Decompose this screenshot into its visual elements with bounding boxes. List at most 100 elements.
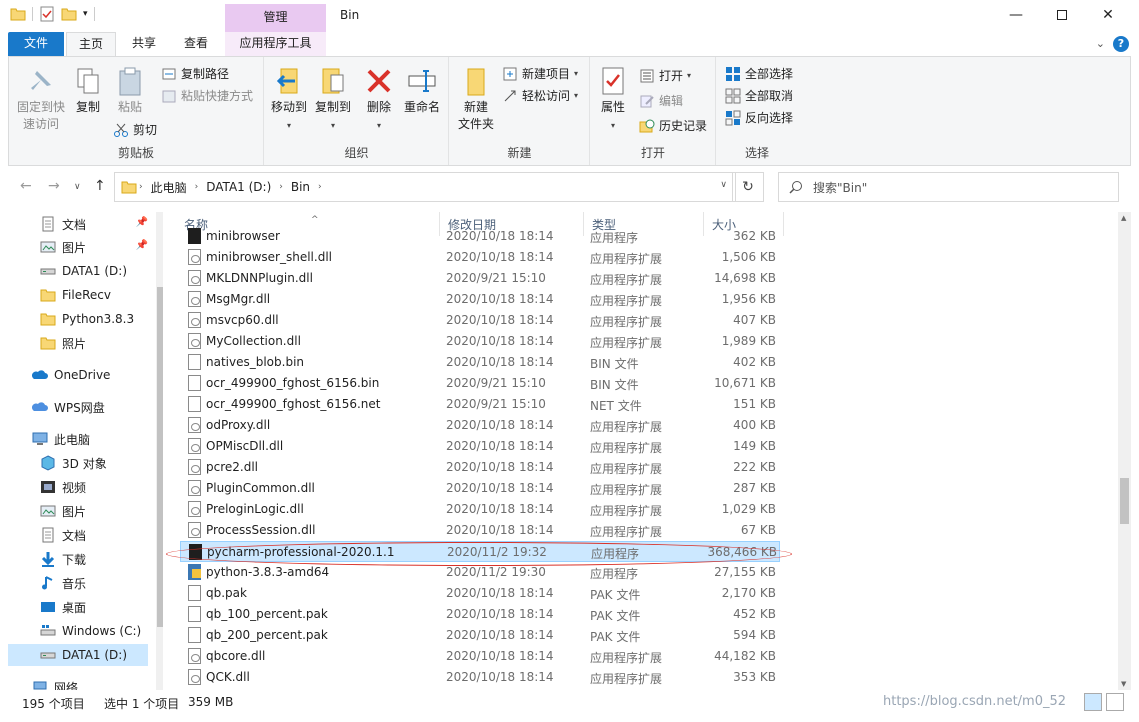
select-all-icon	[726, 66, 740, 81]
tab-share[interactable]: 共享	[122, 32, 166, 56]
cut-button[interactable]: 剪切	[113, 121, 157, 138]
nav-item-wps[interactable]: WPS网盘	[8, 396, 148, 418]
table-row[interactable]: odProxy.dll 2020/10/18 18:14 应用程序扩展 400 KB	[180, 415, 780, 436]
table-row-selected[interactable]: pycharm-professional-2020.1.1 2020/11/2 1…	[180, 541, 780, 562]
help-icon[interactable]: ?	[1113, 36, 1129, 52]
new-folder-button[interactable]: 新建 文件夹	[456, 65, 496, 133]
nav-item-documents[interactable]: 文档	[8, 524, 148, 546]
nav-item-network[interactable]: 网络	[8, 676, 148, 690]
breadcrumb-separator[interactable]: ›	[277, 182, 285, 192]
table-row[interactable]: ProcessSession.dll 2020/10/18 18:14 应用程序扩展…	[180, 520, 780, 541]
table-row[interactable]: minibrowser 2020/10/18 18:14 应用程序 362 KB	[180, 226, 780, 247]
breadcrumb-separator[interactable]: ›	[137, 182, 145, 192]
nav-item-pictures-pinned[interactable]: 图片 📌	[8, 236, 148, 258]
invert-selection-button[interactable]: 反向选择	[725, 109, 793, 126]
file-date: 2020/10/18 18:14	[446, 607, 554, 621]
tab-file[interactable]: 文件	[8, 32, 64, 56]
nav-item-3d-objects[interactable]: 3D 对象	[8, 452, 148, 474]
nav-item-onedrive[interactable]: OneDrive	[8, 364, 148, 386]
address-bar[interactable]: › 此电脑 › DATA1 (D:) › Bin › ∨	[114, 172, 736, 202]
breadcrumb-data1[interactable]: DATA1 (D:)	[200, 180, 277, 194]
move-to-button[interactable]: 移动到 ▾	[269, 65, 309, 134]
nav-item-photos[interactable]: 照片	[8, 332, 148, 354]
nav-item-downloads[interactable]: 下载	[8, 548, 148, 570]
table-row[interactable]: MKLDNNPlugin.dll 2020/9/21 15:10 应用程序扩展 14,…	[180, 268, 780, 289]
forward-button[interactable]: →	[48, 178, 60, 194]
open-button[interactable]: 打开 ▾	[639, 67, 691, 84]
nav-item-desktop[interactable]: 桌面	[8, 596, 148, 618]
nav-item-windows-c[interactable]: Windows (C:)	[8, 620, 148, 642]
chevron-down-icon[interactable]: ⌄	[1096, 37, 1105, 50]
nav-item-pictures[interactable]: 图片	[8, 500, 148, 522]
scroll-up-icon[interactable]: ▲	[1121, 214, 1126, 222]
new-folder-icon[interactable]	[61, 6, 77, 22]
rename-button[interactable]: 重命名	[401, 65, 443, 116]
pin-quick-access-button[interactable]: 固定到快 速访问	[15, 65, 67, 133]
table-row[interactable]: PluginCommon.dll 2020/10/18 18:14 应用程序扩展 28…	[180, 478, 780, 499]
copy-button[interactable]: 复制	[69, 65, 107, 116]
paste-shortcut-button[interactable]: 粘贴快捷方式	[161, 87, 253, 104]
table-row[interactable]: qbcore.dll 2020/10/18 18:14 应用程序扩展 44,182 K…	[180, 646, 780, 667]
nav-item-data1-selected[interactable]: DATA1 (D:)	[8, 644, 148, 666]
table-row[interactable]: OPMiscDll.dll 2020/10/18 18:14 应用程序扩展 149 K…	[180, 436, 780, 457]
breadcrumb-this-pc[interactable]: 此电脑	[145, 179, 193, 196]
table-row[interactable]: MyCollection.dll 2020/10/18 18:14 应用程序扩展 1,…	[180, 331, 780, 352]
recent-locations-button[interactable]: ∨	[74, 182, 81, 192]
refresh-button[interactable]: ↻	[732, 172, 764, 202]
search-input[interactable]: 搜索"Bin"	[778, 172, 1119, 202]
new-item-button[interactable]: 新建项目 ▾	[502, 65, 578, 82]
nav-item-this-pc[interactable]: 此电脑	[8, 428, 148, 450]
edit-button[interactable]: 编辑	[639, 92, 683, 109]
select-none-button[interactable]: 全部取消	[725, 87, 793, 104]
copy-path-button[interactable]: 复制路径	[161, 65, 229, 82]
close-button[interactable]: ✕	[1085, 0, 1131, 30]
nav-item-music[interactable]: 音乐	[8, 572, 148, 594]
minimize-button[interactable]: —	[993, 0, 1039, 30]
breadcrumb-separator[interactable]: ›	[193, 182, 201, 192]
table-row[interactable]: qb_200_percent.pak 2020/10/18 18:14 PAK 文件…	[180, 625, 780, 646]
table-row[interactable]: qb_100_percent.pak 2020/10/18 18:14 PAK 文件…	[180, 604, 780, 625]
copy-to-button[interactable]: 复制到 ▾	[313, 65, 353, 134]
nav-scrollbar-thumb[interactable]	[157, 287, 163, 627]
file-list-scrollbar-thumb[interactable]	[1120, 478, 1129, 524]
tab-view[interactable]: 查看	[174, 32, 218, 56]
table-row[interactable]: minibrowser_shell.dll 2020/10/18 18:14 应用程…	[180, 247, 780, 268]
table-row[interactable]: python-3.8.3-amd64 2020/11/2 19:30 应用程序 27,…	[180, 562, 780, 583]
file-list-scrollbar[interactable]: ▲ ▼	[1118, 212, 1131, 690]
properties-icon[interactable]	[39, 6, 55, 22]
table-row[interactable]: ocr_499900_fghost_6156.bin 2020/9/21 15:1…	[180, 373, 780, 394]
nav-item-videos[interactable]: 视频	[8, 476, 148, 498]
tab-home[interactable]: 主页	[66, 32, 116, 57]
history-icon	[639, 119, 655, 132]
large-icons-view-button[interactable]	[1106, 693, 1124, 711]
nav-item-data1[interactable]: DATA1 (D:)	[8, 260, 148, 282]
chevron-down-icon[interactable]: ∨	[720, 180, 727, 190]
nav-item-python383[interactable]: Python3.8.3	[8, 308, 148, 330]
paste-button[interactable]: 粘贴	[111, 65, 149, 116]
table-row[interactable]: pcre2.dll 2020/10/18 18:14 应用程序扩展 222 KB	[180, 457, 780, 478]
scroll-down-icon[interactable]: ▼	[1121, 680, 1126, 688]
up-button[interactable]: ↑	[94, 178, 106, 194]
table-row[interactable]: PreloginLogic.dll 2020/10/18 18:14 应用程序扩展 1…	[180, 499, 780, 520]
table-row[interactable]: msvcp60.dll 2020/10/18 18:14 应用程序扩展 407 KB	[180, 310, 780, 331]
nav-item-documents-pinned[interactable]: 文档 📌	[8, 213, 148, 235]
history-button[interactable]: 历史记录	[639, 117, 707, 134]
nav-item-filerecv[interactable]: FileRecv	[8, 284, 148, 306]
breadcrumb-separator[interactable]: ›	[316, 182, 324, 192]
maximize-button[interactable]	[1039, 0, 1085, 30]
select-all-button[interactable]: 全部选择	[725, 65, 793, 82]
breadcrumb-bin[interactable]: Bin	[285, 180, 316, 194]
back-button[interactable]: ←	[20, 178, 32, 194]
table-row[interactable]: QCK.dll 2020/10/18 18:14 应用程序扩展 353 KB	[180, 667, 780, 688]
details-view-button[interactable]	[1084, 693, 1102, 711]
table-row[interactable]: qb.pak 2020/10/18 18:14 PAK 文件 2,170 KB	[180, 583, 780, 604]
table-row[interactable]: natives_blob.bin 2020/10/18 18:14 BIN 文件 40…	[180, 352, 780, 373]
customize-qat-icon[interactable]: ▾	[83, 9, 88, 19]
properties-button[interactable]: 属性 ▾	[597, 65, 629, 134]
tab-app-tools[interactable]: 应用程序工具	[225, 32, 326, 56]
table-row[interactable]: ocr_499900_fghost_6156.net 2020/9/21 15:1…	[180, 394, 780, 415]
table-row[interactable]: MsgMgr.dll 2020/10/18 18:14 应用程序扩展 1,956 KB	[180, 289, 780, 310]
nav-scrollbar[interactable]	[156, 212, 163, 690]
delete-button[interactable]: 删除 ▾	[363, 65, 395, 134]
easy-access-button[interactable]: 轻松访问 ▾	[502, 87, 578, 104]
